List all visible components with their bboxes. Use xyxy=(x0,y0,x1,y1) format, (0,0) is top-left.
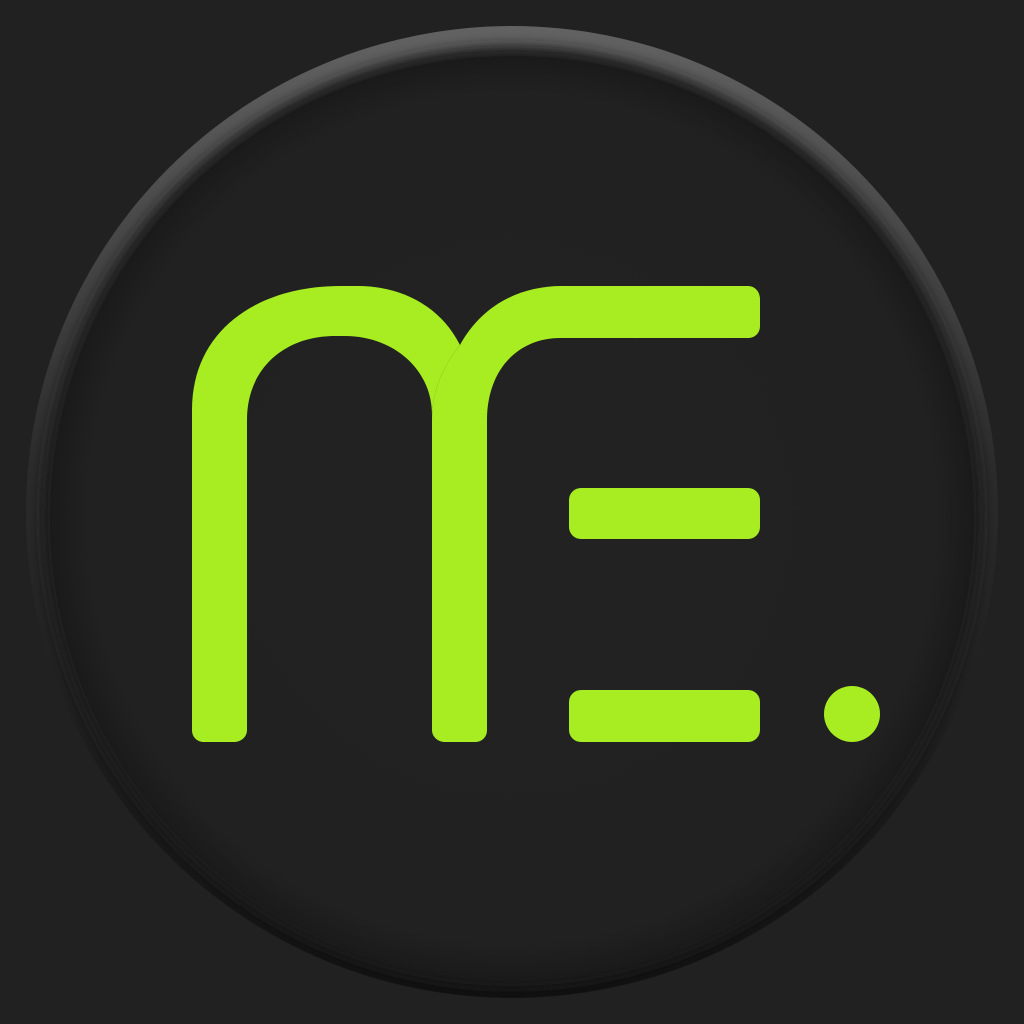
app-icon-canvas xyxy=(0,0,1024,1024)
letter-m-middle-leg xyxy=(432,420,487,742)
badge-face xyxy=(50,56,974,980)
letter-e-bottom-bar xyxy=(569,690,760,742)
logo-badge xyxy=(26,26,998,998)
period-dot xyxy=(824,686,880,742)
letter-e-middle-bar xyxy=(569,488,760,539)
